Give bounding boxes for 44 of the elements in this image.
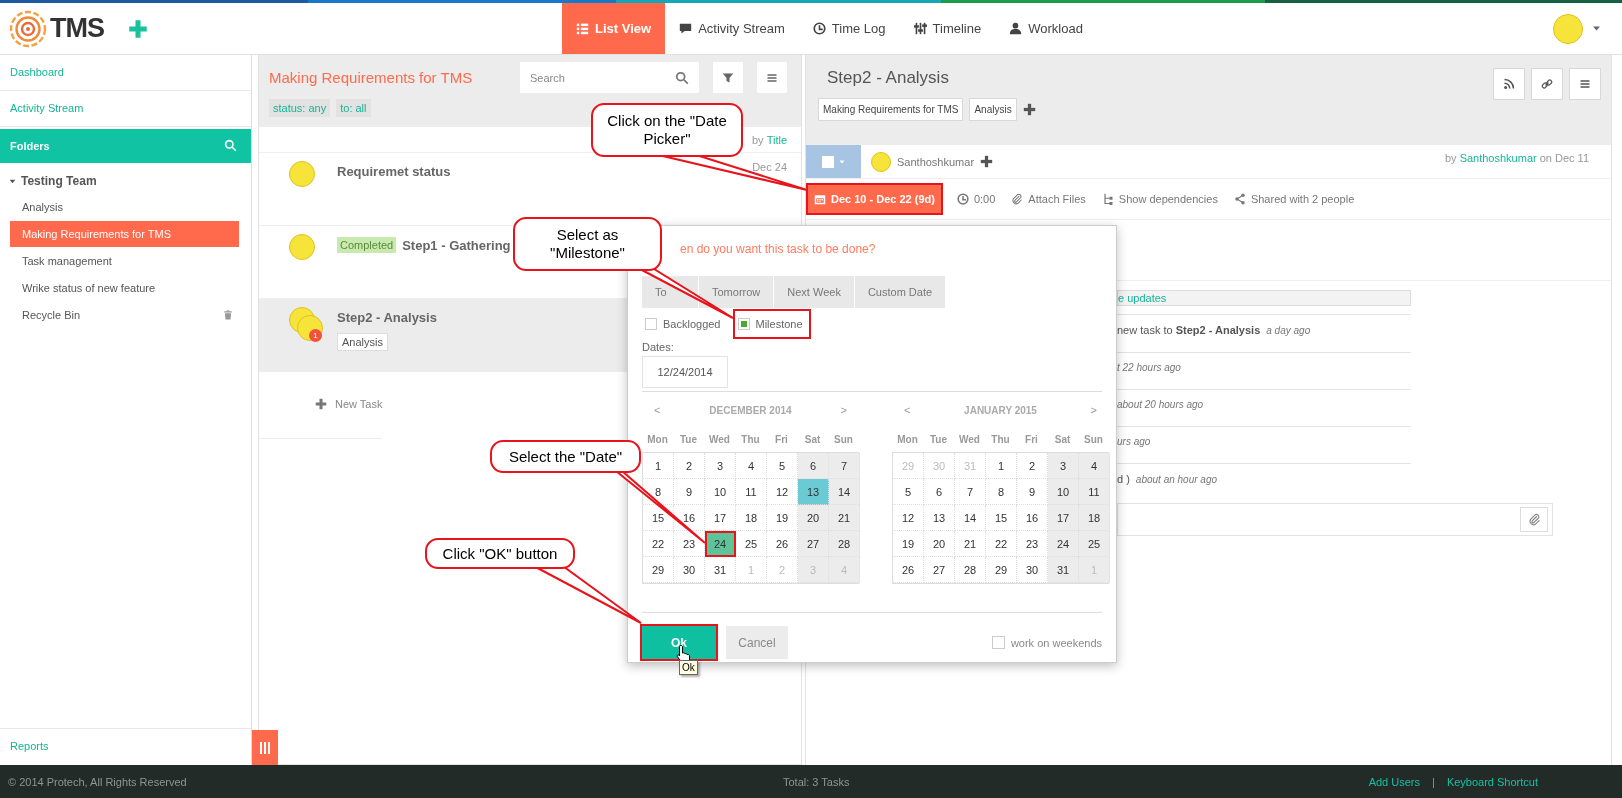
callout: Click on the "Date Picker" xyxy=(591,103,743,157)
task-total: Total: 3 Tasks xyxy=(783,775,850,788)
logo-text: TMS xyxy=(50,13,104,44)
weekday-label: Mon xyxy=(646,433,669,445)
weekday-label: Sun xyxy=(833,433,854,445)
separator: | xyxy=(1432,775,1435,788)
activity-time: urs ago xyxy=(1117,436,1151,447)
task-tag: Analysis xyxy=(337,333,388,351)
callout: Click "OK" button xyxy=(425,538,575,569)
weekday-label: Sun xyxy=(1083,433,1104,445)
weekday-label: Fri xyxy=(774,433,789,445)
question-text: en do you want this task to be done? xyxy=(679,242,877,258)
weekday-label: Mon xyxy=(896,433,919,445)
assignee-name: Santhoshkumar xyxy=(897,155,975,168)
weekday-label: Sat xyxy=(1053,433,1072,445)
author-date: on Dec 11 xyxy=(1539,152,1589,164)
list-title: Making Requirements for TMS xyxy=(269,69,473,86)
callout: Select the "Date" xyxy=(490,440,641,473)
tooltip: Ok xyxy=(679,660,698,675)
month-title: JANUARY 2015 xyxy=(964,404,1037,416)
activity-text: d ) xyxy=(1117,473,1130,485)
month-title: DECEMBER 2014 xyxy=(709,404,792,416)
activity-time: about 20 hours ago xyxy=(1117,399,1204,410)
author-label: by xyxy=(1445,152,1457,164)
task-title: Step2 - Analysis xyxy=(826,68,950,88)
status-badge: Completed xyxy=(337,237,397,253)
activity-time: t 22 hours ago xyxy=(1117,362,1181,373)
task-date: Dec 24 xyxy=(752,161,787,173)
activity-text: new task to Step2 - Analysis xyxy=(1117,324,1261,336)
weekday-label: Wed xyxy=(958,433,981,445)
activity-time: a day ago xyxy=(1266,325,1311,336)
weekday-label: Tue xyxy=(678,433,698,445)
sort-label: by xyxy=(752,133,764,146)
activity-time: about an hour ago xyxy=(1135,474,1218,485)
callout: Select as "Milestone" xyxy=(513,217,662,271)
copyright-text: © 2014 Protech, All Rights Reserved xyxy=(8,775,188,788)
folders-title: Folders xyxy=(10,139,50,152)
weekday-label: Thu xyxy=(990,433,1011,445)
dates-label: Dates: xyxy=(642,341,675,353)
weekday-label: Sat xyxy=(803,433,822,445)
weekday-label: Fri xyxy=(1024,433,1039,445)
weekday-label: Tue xyxy=(928,433,948,445)
weekday-label: Thu xyxy=(740,433,761,445)
weekday-label: Wed xyxy=(708,433,731,445)
